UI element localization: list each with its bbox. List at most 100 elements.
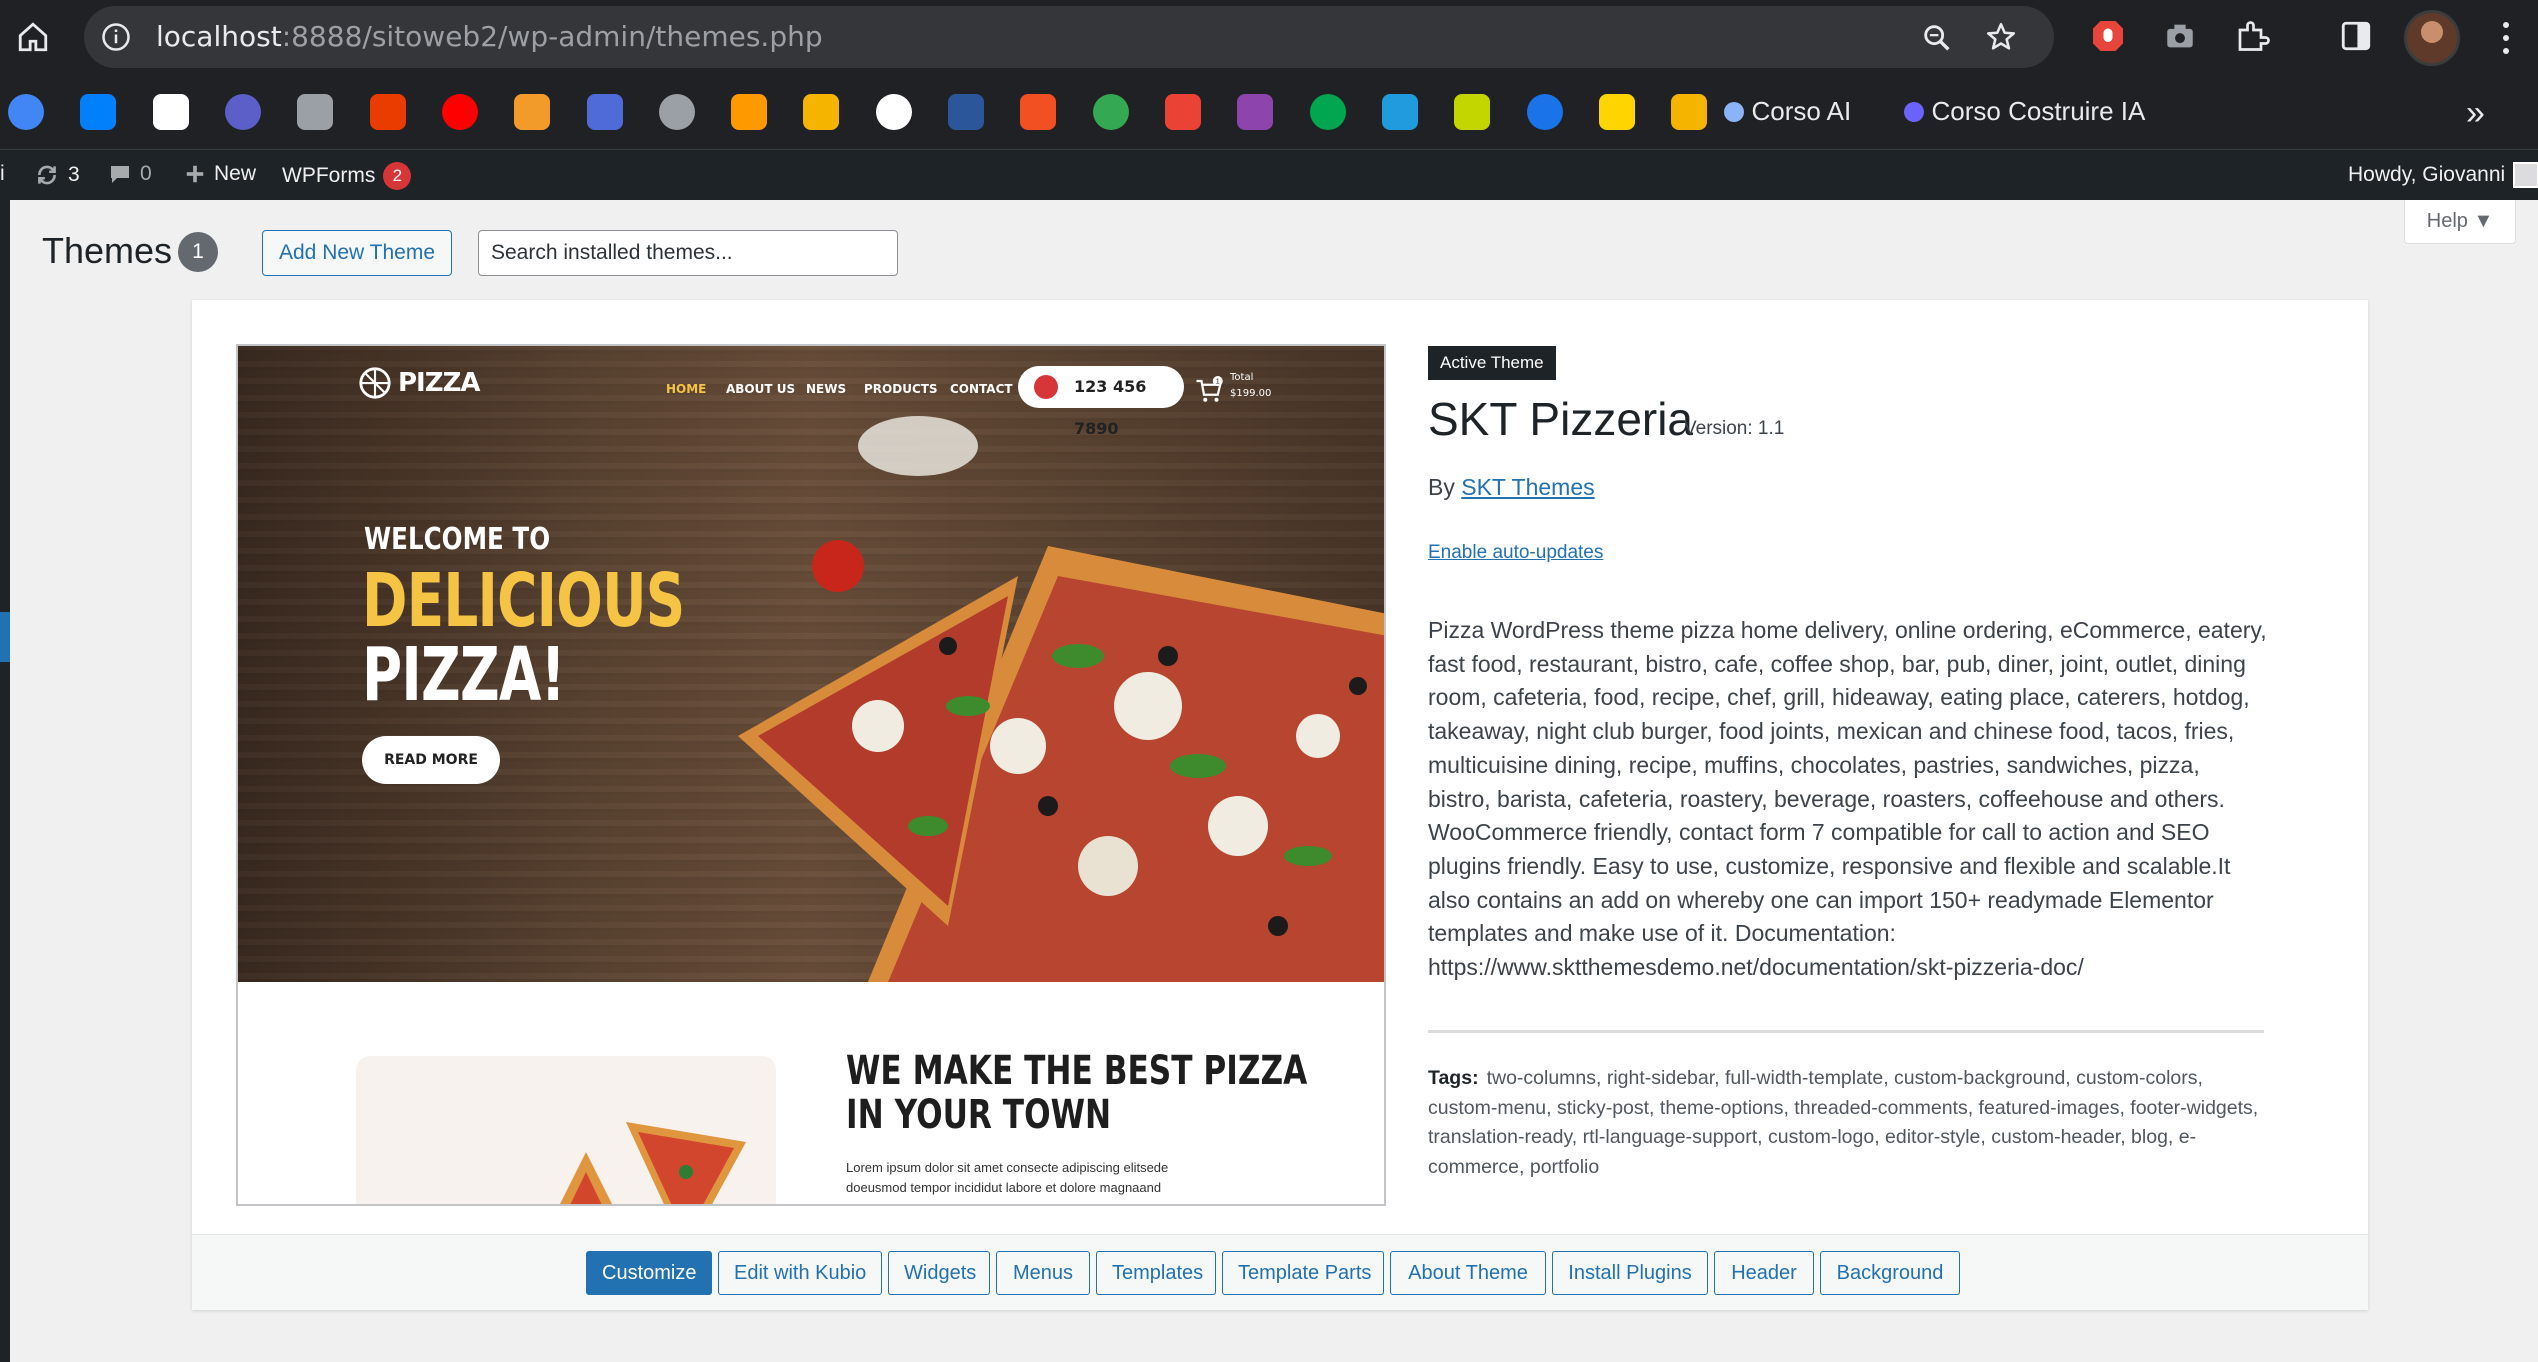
bookmark-favicon-icon[interactable] [80,94,117,130]
menus-button[interactable]: Menus [996,1251,1090,1295]
theme-screenshot: PIZZA HOME ABOUT US NEWS PRODUCTS CONTAC… [236,344,1386,1206]
theme-details-panel: PIZZA HOME ABOUT US NEWS PRODUCTS CONTAC… [192,300,2368,1310]
preview-read-more: READ MORE [362,736,500,784]
new-label: New [214,162,257,185]
comment-icon [111,166,129,183]
bookmark-favicon-icon[interactable] [297,94,334,130]
extensions-puzzle-icon[interactable] [2232,16,2272,56]
edit-with-kubio-button[interactable]: Edit with Kubio [718,1251,882,1295]
bookmark-link[interactable]: Corso Costruire IA [1932,96,2146,127]
bookmark-favicon-icon [1903,102,1924,122]
widgets-button[interactable]: Widgets [888,1251,990,1295]
theme-author-link[interactable]: SKT Themes [1461,474,1594,500]
preview-nav-products: PRODUCTS [864,382,938,396]
bookmark-favicon-icon[interactable] [369,94,406,130]
bookmark-favicon-icon[interactable] [441,94,478,130]
tags-label: Tags: [1428,1067,1479,1089]
cart-icon: 1 [1196,376,1223,402]
bookmark-favicon-icon[interactable] [1671,94,1708,130]
bookmark-favicon-icon[interactable] [948,94,985,130]
comments-count: 0 [140,162,152,185]
bookmark-favicon-icon[interactable] [1309,94,1346,130]
camera-extension-icon[interactable] [2160,16,2200,56]
bookmark-favicon-icon[interactable] [1598,94,1635,130]
browser-toolbar: localhost:8888/sitoweb2/wp-admin/themes.… [0,0,2538,74]
adminbar-wpforms[interactable]: WPForms 2 [282,162,412,190]
bookmark-favicon-icon[interactable] [1526,94,1563,130]
bookmark-favicon-icon[interactable] [803,94,840,130]
adminbar-site-name[interactable]: i [0,162,5,186]
bookmark-favicon-icon[interactable] [731,94,768,130]
plus-icon [186,165,204,183]
preview-nav-home: HOME [666,382,707,396]
about-theme-button[interactable]: About Theme [1390,1251,1546,1295]
theme-tags: Tags: two-columns, right-sidebar, full-wi… [1428,1064,2268,1182]
url-host: localhost [156,20,282,53]
bookmark-favicon-icon[interactable] [224,94,261,130]
wpforms-count-badge: 2 [383,162,412,190]
by-label: By [1428,474,1462,500]
add-new-theme-button[interactable]: Add New Theme [262,230,453,276]
adminbar-site-initial: i [0,162,5,185]
preview-section-heading-2: IN YOUR TOWN [846,1092,1112,1138]
bookmark-favicon-icon [1723,102,1744,122]
address-bar[interactable]: localhost:8888/sitoweb2/wp-admin/themes.… [84,6,2054,68]
bookmark-favicon-icon[interactable] [1381,94,1418,130]
browser-menu-icon[interactable] [2488,18,2524,58]
site-info-icon[interactable] [100,21,132,53]
url-path: :8888/sitoweb2/wp-admin/themes.php [281,20,823,53]
search-themes-input[interactable] [478,230,898,276]
zoom-icon[interactable] [1920,21,1954,55]
bookmark-favicon-icon[interactable] [1237,94,1274,130]
background-button[interactable]: Background [1820,1251,1960,1295]
bookmarks-overflow-icon[interactable]: » [2466,94,2485,133]
bookmark-favicon-icon[interactable] [514,94,551,130]
active-theme-badge: Active Theme [1428,346,1556,380]
preview-section-heading-1: WE MAKE THE BEST PIZZA [846,1048,1308,1094]
help-tab[interactable]: Help ▼ [2404,200,2516,244]
adminbar-my-account[interactable]: Howdy, Giovanni [2348,162,2538,188]
preview-nav-news: NEWS [806,382,847,396]
templates-button[interactable]: Templates [1096,1251,1216,1295]
adminbar-new[interactable]: New [184,162,256,186]
preview-lower-section: WE MAKE THE BEST PIZZA IN YOUR TOWN Lore… [238,982,1384,1204]
preview-nav-about: ABOUT US [726,382,796,396]
adminbar-updates[interactable]: 3 [34,162,80,188]
adblock-extension-icon[interactable] [2088,16,2128,56]
theme-description: Pizza WordPress theme pizza home deliver… [1428,617,2267,981]
install-plugins-button[interactable]: Install Plugins [1552,1251,1708,1295]
customize-button[interactable]: Customize [586,1251,712,1295]
bookmark-star-icon[interactable] [1984,20,2018,54]
bookmark-favicon-icon[interactable] [1454,94,1491,130]
preview-nav-contact: CONTACT [950,382,1013,396]
bookmark-favicon-icon[interactable] [152,94,189,130]
bookmarks-bar: Corso AI Corso Costruire IA » [0,74,2538,150]
theme-name: SKT Pizzeria [1428,393,1694,445]
cart-count: 1 [1216,377,1220,386]
bookmark-favicon-icon[interactable] [658,94,695,130]
delivery-icon [1034,375,1058,399]
adminbar-comments[interactable]: 0 [108,162,152,186]
header-button[interactable]: Header [1714,1251,1814,1295]
bookmark-favicon-icon[interactable] [875,94,912,130]
bookmark-link[interactable]: Corso AI [1752,96,1852,127]
side-panel-icon[interactable] [2336,16,2376,56]
template-parts-button[interactable]: Template Parts [1222,1251,1384,1295]
bookmark-favicon-icon[interactable] [1092,94,1129,130]
admin-menu-edge [0,200,10,1362]
updates-icon [38,165,56,185]
admin-menu-current-marker [0,612,10,662]
bookmark-favicon-icon[interactable] [1020,94,1057,130]
url-text: localhost:8888/sitoweb2/wp-admin/themes.… [156,20,823,53]
profile-avatar[interactable] [2404,10,2460,66]
bookmark-favicon-icon[interactable] [8,94,44,130]
bookmark-favicon-icon[interactable] [1165,94,1201,130]
divider [1428,1030,2264,1033]
enable-auto-updates-link[interactable]: Enable auto-updates [1428,542,1603,564]
pizza-image [738,416,1384,982]
home-icon[interactable] [10,14,56,60]
preview-total-value: $199.00 [1230,388,1272,399]
preview-hero: PIZZA HOME ABOUT US NEWS PRODUCTS CONTAC… [238,346,1384,982]
bookmark-favicon-icon[interactable] [586,94,623,130]
howdy-text: Howdy, Giovanni [2348,163,2506,186]
